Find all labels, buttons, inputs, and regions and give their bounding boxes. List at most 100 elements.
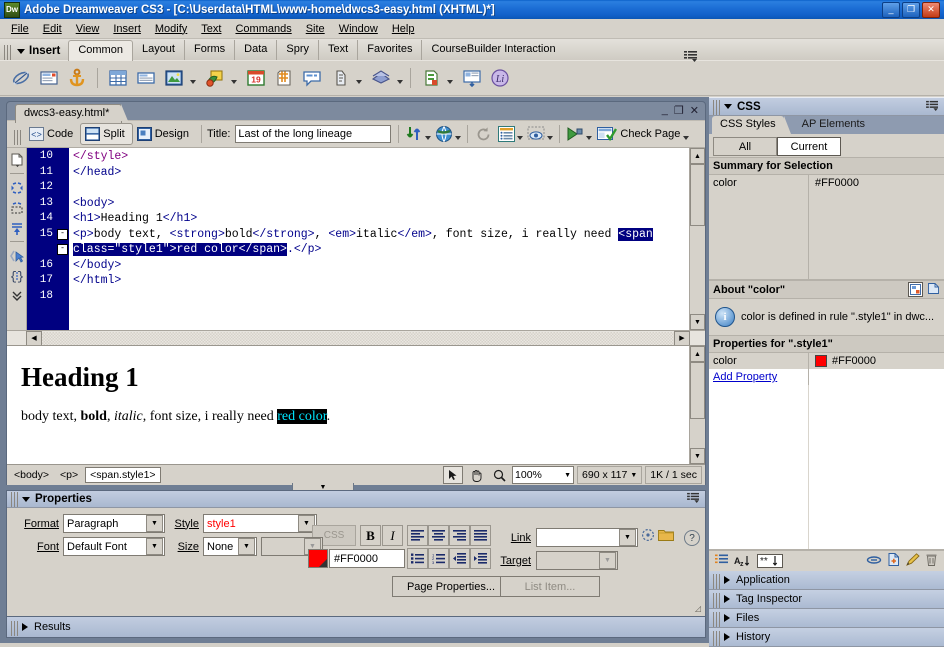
- comment-icon[interactable]: [299, 65, 325, 91]
- code-hscroll-left-button[interactable]: ◀: [26, 330, 42, 346]
- insert-tab-layout[interactable]: Layout: [133, 40, 185, 60]
- format-dropdown[interactable]: Paragraph ▼: [63, 514, 165, 533]
- close-button[interactable]: ✕: [922, 1, 940, 18]
- design-document[interactable]: Heading 1 body text, bold, italic, font …: [7, 346, 689, 464]
- css-panel-grip[interactable]: [713, 99, 721, 115]
- menu-insert[interactable]: Insert: [106, 21, 148, 37]
- insert-panel-menu-icon[interactable]: [682, 48, 700, 63]
- menu-help[interactable]: Help: [385, 21, 422, 37]
- insert-tab-text[interactable]: Text: [319, 40, 359, 60]
- expand-all-icon[interactable]: [8, 219, 25, 236]
- code-vertical-scrollbar[interactable]: ▲ ▼: [689, 148, 705, 330]
- view-options-caret-icon[interactable]: [517, 136, 524, 140]
- code-scroll-up-button[interactable]: ▲: [690, 148, 705, 164]
- css-mode-current-button[interactable]: Current: [777, 137, 841, 156]
- delete-css-rule-icon[interactable]: [925, 553, 938, 569]
- tag-selector-span[interactable]: <span.style1>: [85, 467, 161, 483]
- tag-selector-body[interactable]: <body>: [10, 468, 53, 482]
- maximize-button[interactable]: ❐: [902, 1, 920, 18]
- list-item-button[interactable]: List Item...: [500, 576, 600, 597]
- add-property-row[interactable]: Add Property: [709, 369, 944, 385]
- code-fold-toggle[interactable]: -: [57, 244, 68, 256]
- open-documents-icon[interactable]: [8, 151, 25, 168]
- css-property-row[interactable]: color #FF0000: [709, 353, 944, 369]
- text-color-hex-input[interactable]: #FF0000: [329, 549, 405, 568]
- summary-row[interactable]: color #FF0000: [709, 175, 944, 191]
- file-management-icon[interactable]: [404, 124, 424, 144]
- code-scroll-thumb[interactable]: [690, 164, 705, 226]
- hyperlink-icon[interactable]: [8, 65, 34, 91]
- insert-div-tag-icon[interactable]: [133, 65, 159, 91]
- script-dropdown-caret-icon[interactable]: [356, 80, 362, 84]
- select-parent-tag-icon[interactable]: [8, 247, 25, 264]
- properties-help-icon[interactable]: ?: [684, 530, 700, 546]
- collapse-selection-icon[interactable]: [8, 199, 25, 216]
- menu-edit[interactable]: Edit: [36, 21, 69, 37]
- media-dropdown-caret-icon[interactable]: [231, 80, 237, 84]
- insert-tab-forms[interactable]: Forms: [185, 40, 236, 60]
- edit-style-icon[interactable]: [906, 553, 920, 569]
- properties-resize-handle[interactable]: ◿: [695, 604, 701, 613]
- chevron-down-icon[interactable]: ▼: [146, 538, 163, 555]
- show-only-set-properties-icon[interactable]: **: [757, 554, 783, 568]
- design-text-selected[interactable]: red color: [277, 409, 327, 424]
- tab-ap-elements[interactable]: AP Elements: [794, 116, 873, 134]
- menu-view[interactable]: View: [69, 21, 107, 37]
- add-property-link[interactable]: Add Property: [713, 371, 777, 383]
- doc-restore-button[interactable]: ❐: [674, 104, 684, 117]
- document-toolbar-grip[interactable]: [14, 129, 22, 145]
- code-horizontal-scrollbar[interactable]: ◀ ▶: [7, 330, 705, 346]
- tag-chooser-icon[interactable]: [418, 65, 444, 91]
- templates-dropdown-caret-icon[interactable]: [397, 80, 403, 84]
- insert-tab-data[interactable]: Data: [235, 40, 278, 60]
- named-anchor-icon[interactable]: [64, 65, 90, 91]
- image-dropdown-caret-icon[interactable]: [190, 80, 196, 84]
- indent-icon[interactable]: [470, 548, 491, 569]
- menu-commands[interactable]: Commands: [228, 21, 298, 37]
- design-vertical-scrollbar[interactable]: ▲ ▼: [689, 346, 705, 464]
- panel-history[interactable]: History: [709, 628, 944, 647]
- menu-site[interactable]: Site: [299, 21, 332, 37]
- code-scroll-down-button[interactable]: ▼: [690, 314, 705, 330]
- chevron-down-icon[interactable]: ▼: [619, 529, 636, 546]
- split-view-button[interactable]: Split: [80, 123, 133, 145]
- insert-tab-favorites[interactable]: Favorites: [358, 40, 423, 60]
- align-right-icon[interactable]: [449, 525, 470, 546]
- email-link-icon[interactable]: [36, 65, 62, 91]
- tag-chooser-caret-icon[interactable]: [447, 80, 453, 84]
- doc-close-button[interactable]: ✕: [690, 104, 699, 117]
- media-icon[interactable]: [202, 65, 228, 91]
- minimize-button[interactable]: _: [882, 1, 900, 18]
- window-size-combo[interactable]: 690 x 117 ▼: [577, 466, 643, 484]
- code-hscroll-right-button[interactable]: ▶: [674, 330, 690, 346]
- panel-grip[interactable]: [4, 45, 12, 60]
- files-grip[interactable]: [713, 611, 721, 627]
- zoom-tool-icon[interactable]: [489, 466, 509, 484]
- check-page-label[interactable]: Check Page: [620, 128, 680, 140]
- panel-application[interactable]: Application: [709, 571, 944, 590]
- insert-tab-common[interactable]: Common: [68, 40, 133, 61]
- head-icon[interactable]: [459, 65, 485, 91]
- chevron-right-icon[interactable]: [724, 614, 730, 622]
- document-tab[interactable]: dwcs3-easy.html*: [15, 104, 129, 123]
- chevron-down-icon[interactable]: ▼: [564, 472, 571, 479]
- panel-tag-inspector[interactable]: Tag Inspector: [709, 590, 944, 609]
- visual-aids-caret-icon[interactable]: [547, 136, 554, 140]
- css-panel-menu-icon[interactable]: [926, 100, 939, 114]
- chevron-down-icon[interactable]: [22, 496, 30, 502]
- file-management-caret-icon[interactable]: [425, 136, 432, 140]
- view-options-icon[interactable]: [496, 124, 516, 144]
- properties-panel-menu-icon[interactable]: [687, 492, 700, 506]
- history-grip[interactable]: [713, 630, 721, 646]
- page-properties-button[interactable]: Page Properties...: [392, 576, 510, 597]
- align-center-icon[interactable]: [428, 525, 449, 546]
- design-view-button[interactable]: Design: [133, 124, 196, 144]
- menu-window[interactable]: Window: [332, 21, 385, 37]
- check-page-icon[interactable]: [596, 124, 618, 144]
- show-category-view-icon[interactable]: [715, 554, 729, 569]
- css-property-color-swatch[interactable]: [815, 355, 827, 367]
- align-left-icon[interactable]: [407, 525, 428, 546]
- refresh-icon[interactable]: [473, 124, 493, 144]
- preview-caret-icon[interactable]: [455, 136, 462, 140]
- chevron-down-icon[interactable]: ▼: [146, 515, 163, 532]
